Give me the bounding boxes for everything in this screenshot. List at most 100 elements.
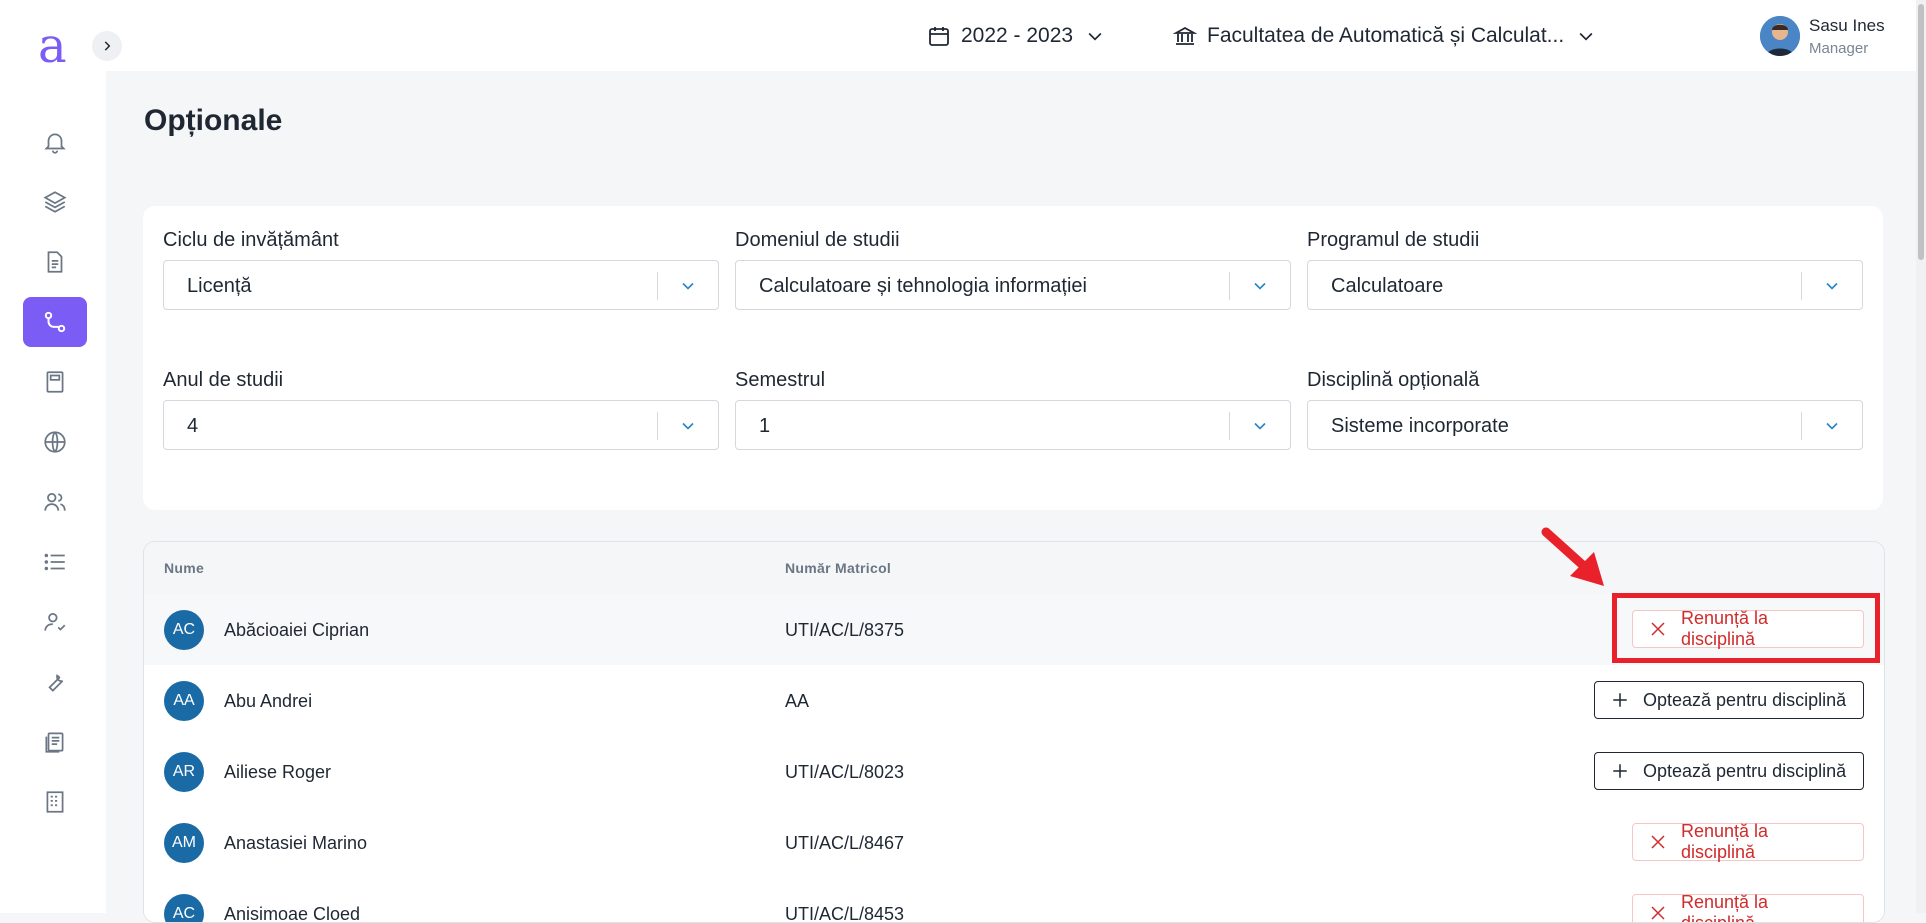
list-nav[interactable] <box>23 537 87 587</box>
student-matricol: UTI/AC/L/8375 <box>785 620 905 640</box>
list-icon <box>44 553 65 571</box>
user-role: Manager <box>1809 40 1869 57</box>
chevron-down-icon <box>1088 32 1102 41</box>
column-header-matricol[interactable]: Număr Matricol <box>785 560 891 576</box>
avatar: AR <box>164 752 204 792</box>
opt-in-button[interactable]: Optează pentru disciplină <box>1594 681 1864 719</box>
avatar: AC <box>164 610 204 650</box>
semestru-label: Semestrul <box>735 369 826 391</box>
semestru-select[interactable]: 1 <box>735 400 1291 450</box>
chevron-down-icon <box>682 282 694 290</box>
student-matricol: UTI/AC/L/8453 <box>785 904 905 923</box>
faculty-selector[interactable]: Facultatea de Automatică și Calculat... <box>1173 0 1596 71</box>
ciclu-value: Licență <box>187 275 252 297</box>
institution-icon <box>1173 26 1197 45</box>
avatar: AC <box>164 894 204 922</box>
calendar-icon <box>929 26 949 46</box>
book-icon <box>46 371 64 393</box>
globe-nav[interactable] <box>23 417 87 467</box>
stack-documents-icon <box>45 732 64 753</box>
user-check-nav[interactable] <box>23 597 87 647</box>
student-name: Abăcioaiei Ciprian <box>224 620 370 640</box>
chevron-down-icon <box>1826 282 1838 290</box>
withdraw-button[interactable]: Renunță la disciplină <box>1632 892 1864 923</box>
optionals-nav[interactable] <box>23 297 87 347</box>
plus-icon <box>1613 693 1627 707</box>
page-title: Opționale <box>144 104 283 137</box>
user-avatar[interactable] <box>1760 16 1800 56</box>
chevron-down-icon <box>1254 282 1266 290</box>
column-header-name[interactable]: Nume <box>164 560 204 576</box>
ciclu-label: Ciclu de invățământ <box>163 229 339 251</box>
student-name: Ailiese Roger <box>224 762 332 782</box>
student-name: Anastasiei Marino <box>224 833 368 853</box>
sidebar: a <box>0 0 106 913</box>
program-value: Calculatoare <box>1331 275 1444 297</box>
scrollbar-thumb[interactable] <box>1918 4 1924 260</box>
semestru-value: 1 <box>759 415 771 437</box>
bell-icon <box>44 133 66 154</box>
year-selector[interactable]: 2022 - 2023 <box>927 0 1105 71</box>
wrench-icon <box>48 674 64 692</box>
domeniu-select[interactable]: Calculatoare și tehnologia informației <box>735 260 1291 310</box>
domeniu-label: Domeniul de studii <box>735 229 900 251</box>
settings-nav[interactable] <box>23 657 87 707</box>
document-icon <box>47 251 63 273</box>
page-scrollbar[interactable] <box>1916 0 1926 913</box>
globe-icon <box>44 431 66 453</box>
withdraw-label: Renunță la disciplină <box>1680 821 1769 862</box>
users-icon <box>44 493 66 511</box>
sidebar-collapse-button[interactable] <box>92 31 122 61</box>
student-matricol: UTI/AC/L/8467 <box>785 833 905 853</box>
an-value: 4 <box>187 415 199 437</box>
users-nav[interactable] <box>23 477 87 527</box>
table-row[interactable]: AM Anastasiei Marino UTI/AC/L/8467 Renun… <box>144 807 1884 879</box>
an-label: Anul de studii <box>163 369 284 391</box>
chevron-right-icon <box>104 41 111 51</box>
withdraw-button[interactable]: Renunță la disciplină <box>1632 821 1864 862</box>
layers-icon <box>43 191 67 213</box>
user-name: Sasu Ines <box>1809 16 1885 35</box>
an-select[interactable]: 4 <box>163 400 719 450</box>
program-select[interactable]: Calculatoare <box>1307 260 1863 310</box>
close-icon <box>1651 835 1665 849</box>
app-logo[interactable]: a <box>38 20 67 72</box>
opt-in-button[interactable]: Optează pentru disciplină <box>1594 752 1864 790</box>
building-icon <box>46 791 64 813</box>
opt-in-label: Optează pentru disciplină <box>1643 689 1847 710</box>
disciplina-label: Disciplină opțională <box>1307 369 1480 391</box>
faculty-label: Facultatea de Automatică și Calculat... <box>1207 23 1565 47</box>
filters-card: Ciclu de invățământ Licență Domeniul de … <box>143 206 1883 510</box>
disciplina-select[interactable]: Sisteme incorporate <box>1307 400 1863 450</box>
table-header: Nume Număr Matricol <box>144 542 1884 595</box>
withdraw-label: Renunță la disciplină <box>1680 892 1769 923</box>
catalog-nav[interactable] <box>23 777 87 827</box>
table-row[interactable]: AC Anisimoae Cloed UTI/AC/L/8453 Renunță… <box>144 878 1884 923</box>
chevron-down-icon <box>1826 422 1838 430</box>
student-matricol: AA <box>785 691 810 711</box>
plus-icon <box>1613 764 1627 778</box>
table-row[interactable]: AR Ailiese Roger UTI/AC/L/8023 Optează p… <box>144 736 1884 808</box>
chevron-down-icon <box>1579 32 1593 41</box>
route-icon <box>44 311 66 333</box>
annotation-highlight <box>1612 593 1880 663</box>
documents-nav[interactable] <box>23 237 87 287</box>
book-nav[interactable] <box>23 357 87 407</box>
reports-nav[interactable] <box>23 717 87 767</box>
user-check-icon <box>44 613 66 631</box>
table-row[interactable]: AA Abu Andrei AA Optează pentru discipli… <box>144 665 1884 737</box>
opt-in-label: Optează pentru disciplină <box>1643 760 1847 781</box>
year-label: 2022 - 2023 <box>961 23 1074 47</box>
domeniu-value: Calculatoare și tehnologia informației <box>759 275 1087 297</box>
layers-nav[interactable] <box>23 177 87 227</box>
student-matricol: UTI/AC/L/8023 <box>785 762 905 782</box>
student-name: Abu Andrei <box>224 691 313 711</box>
chevron-down-icon <box>682 422 694 430</box>
student-name: Anisimoae Cloed <box>224 904 361 923</box>
chevron-down-icon <box>1254 422 1266 430</box>
notifications-nav[interactable] <box>23 117 87 167</box>
ciclu-select[interactable]: Licență <box>163 260 719 310</box>
close-icon <box>1651 906 1665 920</box>
program-label: Programul de studii <box>1307 229 1480 251</box>
avatar: AA <box>164 681 204 721</box>
